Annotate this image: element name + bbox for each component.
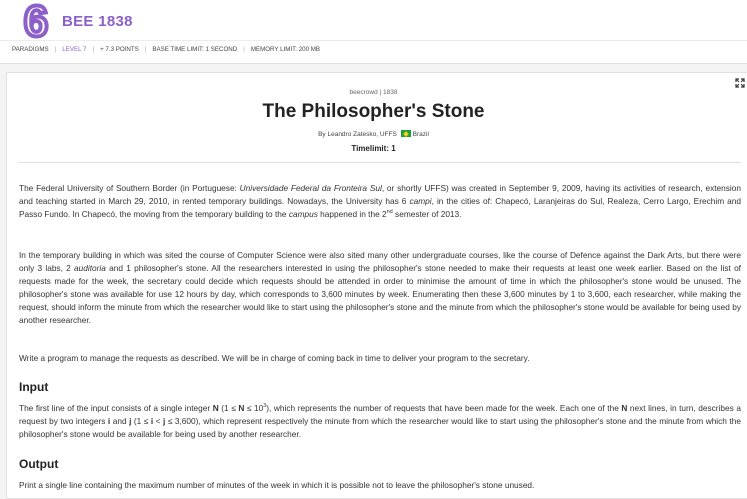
meta-separator: | [243,45,245,53]
level-6-logo-icon: 6 [22,0,50,40]
meta-level: LEVEL 7 [62,45,87,53]
input-heading: Input [19,380,49,394]
description-paragraph-3: Write a program to manage the requests a… [19,353,530,363]
meta-memory-limit: MEMORY LIMIT: 200 MB [250,45,321,53]
problem-title: The Philosopher's Stone [262,101,485,122]
meta-time-limit: BASE TIME LIMIT: 1 SECOND [152,45,238,53]
meta-paradigms-link[interactable]: PARADIGMS [12,46,49,53]
output-description: Print a single line containing the maxim… [19,480,535,490]
meta-separator: | [144,45,147,53]
expand-fullscreen-icon[interactable] [735,78,745,88]
author-country: Brazil [412,131,429,138]
meta-points: + 7.3 POINTS [100,45,139,53]
output-heading: Output [19,457,59,471]
problem-timelimit: Timelimit: 1 [351,144,396,153]
problem-meta-bar: PARADIGMS | LEVEL 7 | + 7.3 POINTS | BAS… [0,40,747,57]
brazil-flag-icon [400,130,411,137]
description-paragraph-2: In the temporary building in which was s… [19,250,741,325]
divider [18,162,741,163]
author-name: By Leandro Zatesko, UFFS [318,131,397,138]
meta-separator: | [92,45,95,53]
problem-id: BEE 1838 [62,13,133,30]
problem-source: beecrowd | 1838 [349,89,398,96]
problem-author: By Leandro Zatesko, UFFS Brazil [0,130,747,138]
input-description: The first line of the input consists of … [19,403,741,439]
meta-separator: | [54,45,57,53]
svg-text:6: 6 [24,0,48,40]
description-paragraph-1: The Federal University of Southern Borde… [19,183,741,219]
top-bar: 6 BEE 1838 PARADIGMS | LEVEL 7 | + 7.3 P… [0,0,747,64]
